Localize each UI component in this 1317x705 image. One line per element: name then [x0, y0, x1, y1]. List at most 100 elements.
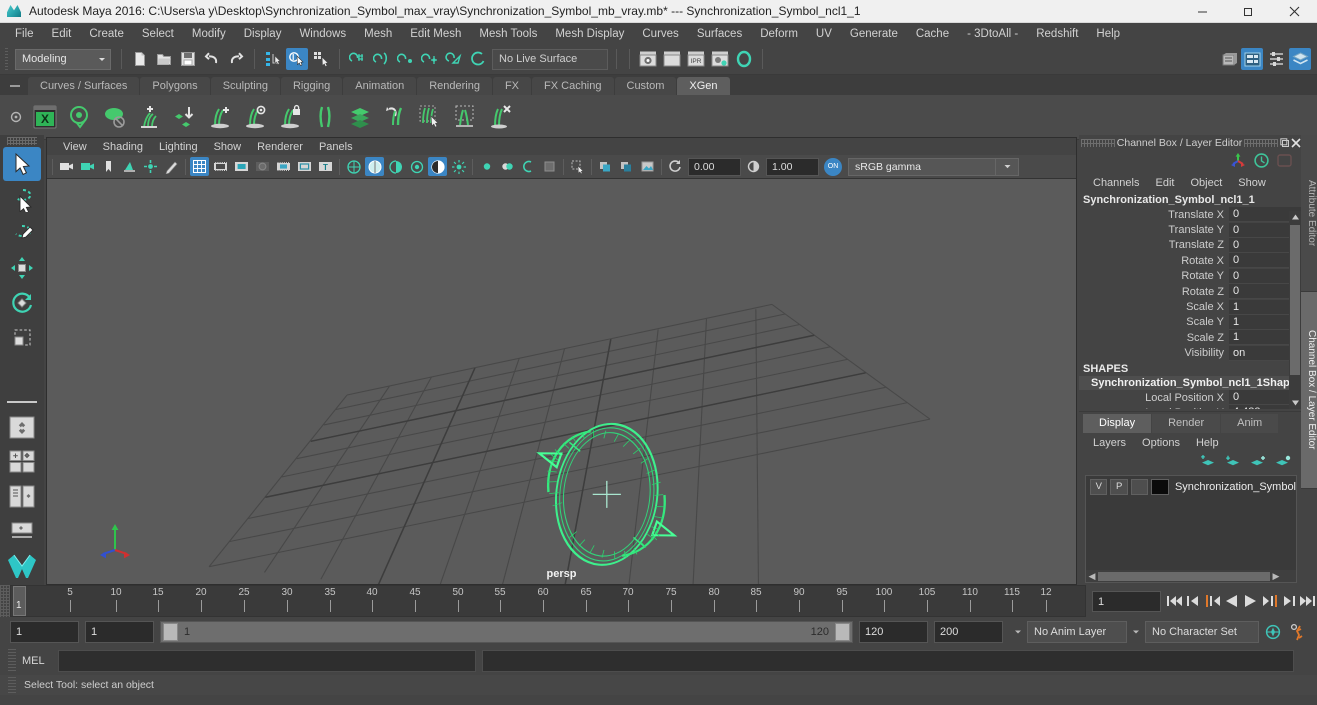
menu-cache[interactable]: Cache: [907, 26, 958, 42]
move-tool[interactable]: [3, 251, 41, 285]
channel-box[interactable]: Synchronization_Symbol_ncl1_1 Translate …: [1079, 193, 1301, 409]
scale-tool[interactable]: [3, 321, 41, 355]
shelf-tab-curves-surfaces[interactable]: Curves / Surfaces: [28, 77, 140, 95]
manipulator-icon[interactable]: [1230, 152, 1247, 172]
ambient-occlusion-icon[interactable]: [449, 157, 468, 176]
select-tool[interactable]: [3, 146, 41, 181]
menu-set-selector[interactable]: Modeling: [15, 48, 111, 70]
time-slider-grip[interactable]: [0, 585, 10, 617]
step-back-frame-icon[interactable]: [1203, 589, 1222, 613]
shelf-tab-custom[interactable]: Custom: [614, 77, 677, 95]
scroll-right-icon[interactable]: ▶: [1270, 571, 1282, 582]
tab-display[interactable]: Display: [1083, 414, 1152, 433]
make-live-icon[interactable]: [467, 48, 489, 70]
play-backwards-icon[interactable]: [1222, 589, 1241, 613]
menu-mesh-display[interactable]: Mesh Display: [546, 26, 633, 42]
layer-list[interactable]: V P Synchronization_Symbol ◀ ▶: [1085, 475, 1297, 583]
status-line-grip[interactable]: [4, 46, 11, 72]
shadows-icon[interactable]: [428, 157, 447, 177]
go-to-end-icon[interactable]: [1298, 589, 1317, 613]
xgen-convert-icon[interactable]: [378, 100, 412, 134]
menu-file[interactable]: File: [6, 26, 43, 42]
move-layer-down-icon[interactable]: [1225, 455, 1241, 472]
persp-outliner-layout[interactable]: [3, 480, 41, 514]
menu-uv[interactable]: UV: [807, 26, 841, 42]
toolbox-grip[interactable]: [7, 137, 37, 145]
layer-name[interactable]: Synchronization_Symbol: [1172, 481, 1296, 493]
redo-render-icon[interactable]: [661, 48, 683, 70]
xray-icon[interactable]: [519, 157, 538, 176]
film-origin-icon[interactable]: [274, 157, 293, 176]
no-paint-icon[interactable]: [596, 157, 615, 176]
menu-mesh-tools[interactable]: Mesh Tools: [470, 26, 546, 42]
channel-menu-channels[interactable]: Channels: [1085, 176, 1147, 190]
menu-mesh[interactable]: Mesh: [355, 26, 401, 42]
select-by-component-icon[interactable]: [310, 48, 332, 70]
select-by-object-icon[interactable]: [286, 48, 308, 70]
viewport-menu-show[interactable]: Show: [206, 140, 250, 154]
xgen-preview-description-icon[interactable]: [238, 100, 272, 134]
xgen-disable-preview-icon[interactable]: [98, 100, 132, 134]
show-hide-tool-settings-icon[interactable]: [1241, 48, 1263, 70]
input-icon[interactable]: [1276, 152, 1293, 172]
exposure-icon[interactable]: [666, 157, 685, 176]
xgen-layers-icon[interactable]: [343, 100, 377, 134]
paint-effects-icon[interactable]: [617, 157, 636, 176]
bookmark-icon[interactable]: [99, 157, 118, 176]
scroll-down-icon[interactable]: [1289, 396, 1301, 409]
auto-keyframe-icon[interactable]: [1262, 621, 1284, 643]
shaded-wireframe-icon[interactable]: [386, 157, 405, 176]
hypershade-icon[interactable]: [733, 48, 755, 70]
current-frame-field[interactable]: 1: [1092, 591, 1161, 612]
xgen-delete-icon[interactable]: [483, 100, 517, 134]
gate-mask-icon[interactable]: [253, 157, 272, 176]
undo-icon[interactable]: [201, 48, 223, 70]
tab-anim[interactable]: Anim: [1221, 414, 1279, 433]
layer-playback-toggle[interactable]: P: [1110, 478, 1128, 495]
shelf-tab-handle[interactable]: [10, 78, 22, 94]
xgen-editor-icon[interactable]: X: [28, 100, 62, 134]
tab-attribute-editor[interactable]: Attribute Editor: [1301, 135, 1317, 292]
layer-menu-help[interactable]: Help: [1188, 436, 1227, 450]
gamma-value[interactable]: 1.00: [766, 157, 819, 176]
new-layer-icon[interactable]: [1250, 455, 1266, 472]
channel-box-scrollbar[interactable]: [1289, 211, 1301, 409]
shelf-tab-fx[interactable]: FX: [492, 77, 532, 95]
close-panel-icon[interactable]: [1291, 137, 1301, 150]
layer-scroll-thumb[interactable]: [1098, 571, 1270, 581]
resolution-gate-icon[interactable]: [232, 157, 251, 176]
shelf-tab-polygons[interactable]: Polygons: [140, 77, 210, 95]
xgen-groom-icon[interactable]: [308, 100, 342, 134]
show-hide-attribute-editor-icon[interactable]: [1217, 48, 1239, 70]
save-scene-icon[interactable]: [177, 48, 199, 70]
command-output[interactable]: [482, 650, 1294, 672]
lasso-select-tool[interactable]: [3, 182, 41, 216]
safe-action-icon[interactable]: [295, 157, 314, 176]
grease-pencil-icon[interactable]: [162, 157, 181, 176]
command-input[interactable]: [58, 650, 476, 672]
live-surface-field[interactable]: No Live Surface: [492, 48, 608, 70]
snap-to-grid-icon[interactable]: [347, 48, 369, 70]
layer-color-swatch[interactable]: [1151, 478, 1169, 495]
step-back-keyframe-icon[interactable]: [1184, 589, 1203, 613]
shelf-tab-xgen[interactable]: XGen: [677, 77, 730, 95]
xgen-region-icon[interactable]: [448, 100, 482, 134]
safe-title-icon[interactable]: T: [316, 157, 335, 176]
persp-graph-editor-layout[interactable]: [3, 515, 41, 549]
2d-pan-zoom-icon[interactable]: [141, 157, 160, 176]
xgen-preview-icon[interactable]: [63, 100, 97, 134]
show-hide-layer-editor-icon[interactable]: [1289, 48, 1311, 70]
select-camera-icon[interactable]: [57, 157, 76, 176]
motion-blur-icon[interactable]: [477, 157, 496, 176]
menu-windows[interactable]: Windows: [290, 26, 355, 42]
chevron-down-icon-2[interactable]: [1127, 622, 1145, 642]
channel-menu-show[interactable]: Show: [1230, 176, 1274, 190]
menu-modify[interactable]: Modify: [183, 26, 235, 42]
menu-redshift[interactable]: Redshift: [1027, 26, 1087, 42]
color-management-selector[interactable]: sRGB gamma: [848, 157, 996, 176]
panel-drag-handle-right[interactable]: [1244, 139, 1279, 147]
use-all-lights-icon[interactable]: [407, 157, 426, 176]
film-gate-icon[interactable]: [211, 157, 230, 176]
layer-row[interactable]: V P Synchronization_Symbol: [1086, 476, 1296, 495]
xgen-select-guides-icon[interactable]: [413, 100, 447, 134]
